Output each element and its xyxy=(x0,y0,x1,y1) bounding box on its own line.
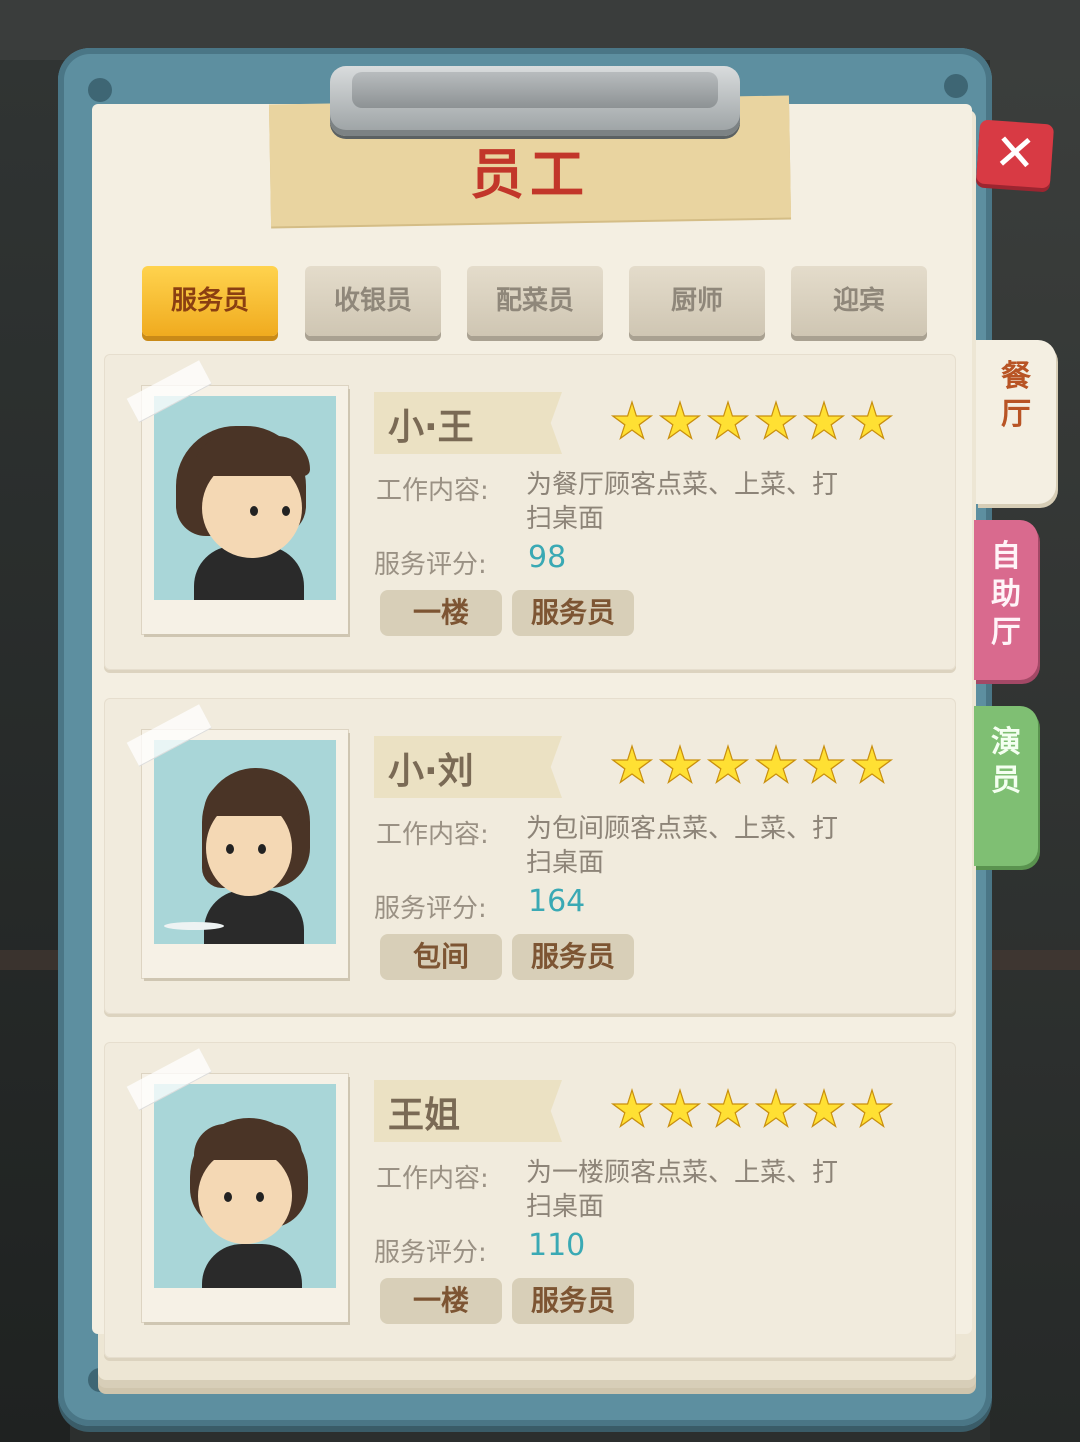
clip-bar xyxy=(352,72,718,108)
star-icon xyxy=(658,744,702,785)
staff-card[interactable]: 小·刘 工作内容: 为包间顾客点菜、上菜、打扫桌面 服务评分: 164 包间 服… xyxy=(104,698,956,1014)
side-tab-label: 餐厅 xyxy=(1001,359,1031,432)
star-icon xyxy=(802,744,846,785)
avatar-frame xyxy=(126,1048,348,1322)
staff-name: 王姐 xyxy=(388,1095,461,1136)
work-description: 为餐厅顾客点菜、上菜、打扫桌面 xyxy=(526,470,839,534)
staff-name: 小·王 xyxy=(388,407,474,448)
star-icon xyxy=(802,400,846,441)
avatar xyxy=(154,1084,336,1288)
star-icon xyxy=(706,744,750,785)
star-icon xyxy=(706,400,750,441)
staff-card[interactable]: 王姐 工作内容: 为一楼顾客点菜、上菜、打扫桌面 服务评分: 110 一楼 服务… xyxy=(104,1042,956,1358)
score-label: 服务评分: xyxy=(374,1238,487,1268)
category-tabs: 服务员 收银员 配菜员 厨师 迎宾 xyxy=(142,266,932,340)
work-description: 为一楼顾客点菜、上菜、打扫桌面 xyxy=(526,1158,839,1222)
tab-waiter[interactable]: 服务员 xyxy=(142,266,278,336)
side-tab-label: 演员 xyxy=(991,725,1021,798)
star-icon xyxy=(754,400,798,441)
close-icon: ✕ xyxy=(992,122,1038,184)
tab-chef[interactable]: 厨师 xyxy=(629,266,765,336)
avatar-frame xyxy=(126,704,348,978)
star-icon xyxy=(850,1088,894,1129)
side-tab-buffet[interactable]: 自助厅 xyxy=(974,520,1038,680)
role-badge: 服务员 xyxy=(512,1278,634,1324)
side-tab-label: 自助厅 xyxy=(991,539,1021,650)
star-icon xyxy=(610,1088,654,1129)
side-tab-actor[interactable]: 演员 xyxy=(974,706,1038,866)
role-badge: 服务员 xyxy=(512,934,634,980)
avatar xyxy=(154,740,336,944)
tab-cashier[interactable]: 收银员 xyxy=(305,266,441,336)
avatar-frame xyxy=(126,360,348,634)
screw-icon xyxy=(88,78,112,102)
star-rating xyxy=(610,744,894,788)
location-badge: 一楼 xyxy=(380,590,502,636)
work-label: 工作内容: xyxy=(376,820,489,850)
close-button[interactable]: ✕ xyxy=(975,119,1055,189)
side-tab-restaurant[interactable]: 餐厅 xyxy=(976,340,1056,504)
star-icon xyxy=(658,1088,702,1129)
location-badge: 包间 xyxy=(380,934,502,980)
star-icon xyxy=(754,1088,798,1129)
star-icon xyxy=(658,400,702,441)
page-title: 员工 xyxy=(470,143,590,206)
service-score: 164 xyxy=(528,884,586,919)
star-icon xyxy=(706,1088,750,1129)
score-label: 服务评分: xyxy=(374,550,487,580)
work-description: 为包间顾客点菜、上菜、打扫桌面 xyxy=(526,814,839,878)
star-rating xyxy=(610,1088,894,1132)
star-icon xyxy=(610,400,654,441)
service-score: 98 xyxy=(528,540,567,575)
work-label: 工作内容: xyxy=(376,1164,489,1194)
star-icon xyxy=(610,744,654,785)
staff-card[interactable]: 小·王 工作内容: 为餐厅顾客点菜、上菜、打扫桌面 服务评分: 98 一楼 服务… xyxy=(104,354,956,670)
avatar xyxy=(154,396,336,600)
score-label: 服务评分: xyxy=(374,894,487,924)
star-icon xyxy=(850,400,894,441)
service-score: 110 xyxy=(528,1228,586,1263)
staff-name: 小·刘 xyxy=(388,751,474,792)
tab-greeter[interactable]: 迎宾 xyxy=(791,266,927,336)
screw-icon xyxy=(944,74,968,98)
star-rating xyxy=(610,400,894,444)
work-label: 工作内容: xyxy=(376,476,489,506)
star-icon xyxy=(754,744,798,785)
role-badge: 服务员 xyxy=(512,590,634,636)
location-badge: 一楼 xyxy=(380,1278,502,1324)
tab-prep-cook[interactable]: 配菜员 xyxy=(467,266,603,336)
star-icon xyxy=(802,1088,846,1129)
star-icon xyxy=(850,744,894,785)
